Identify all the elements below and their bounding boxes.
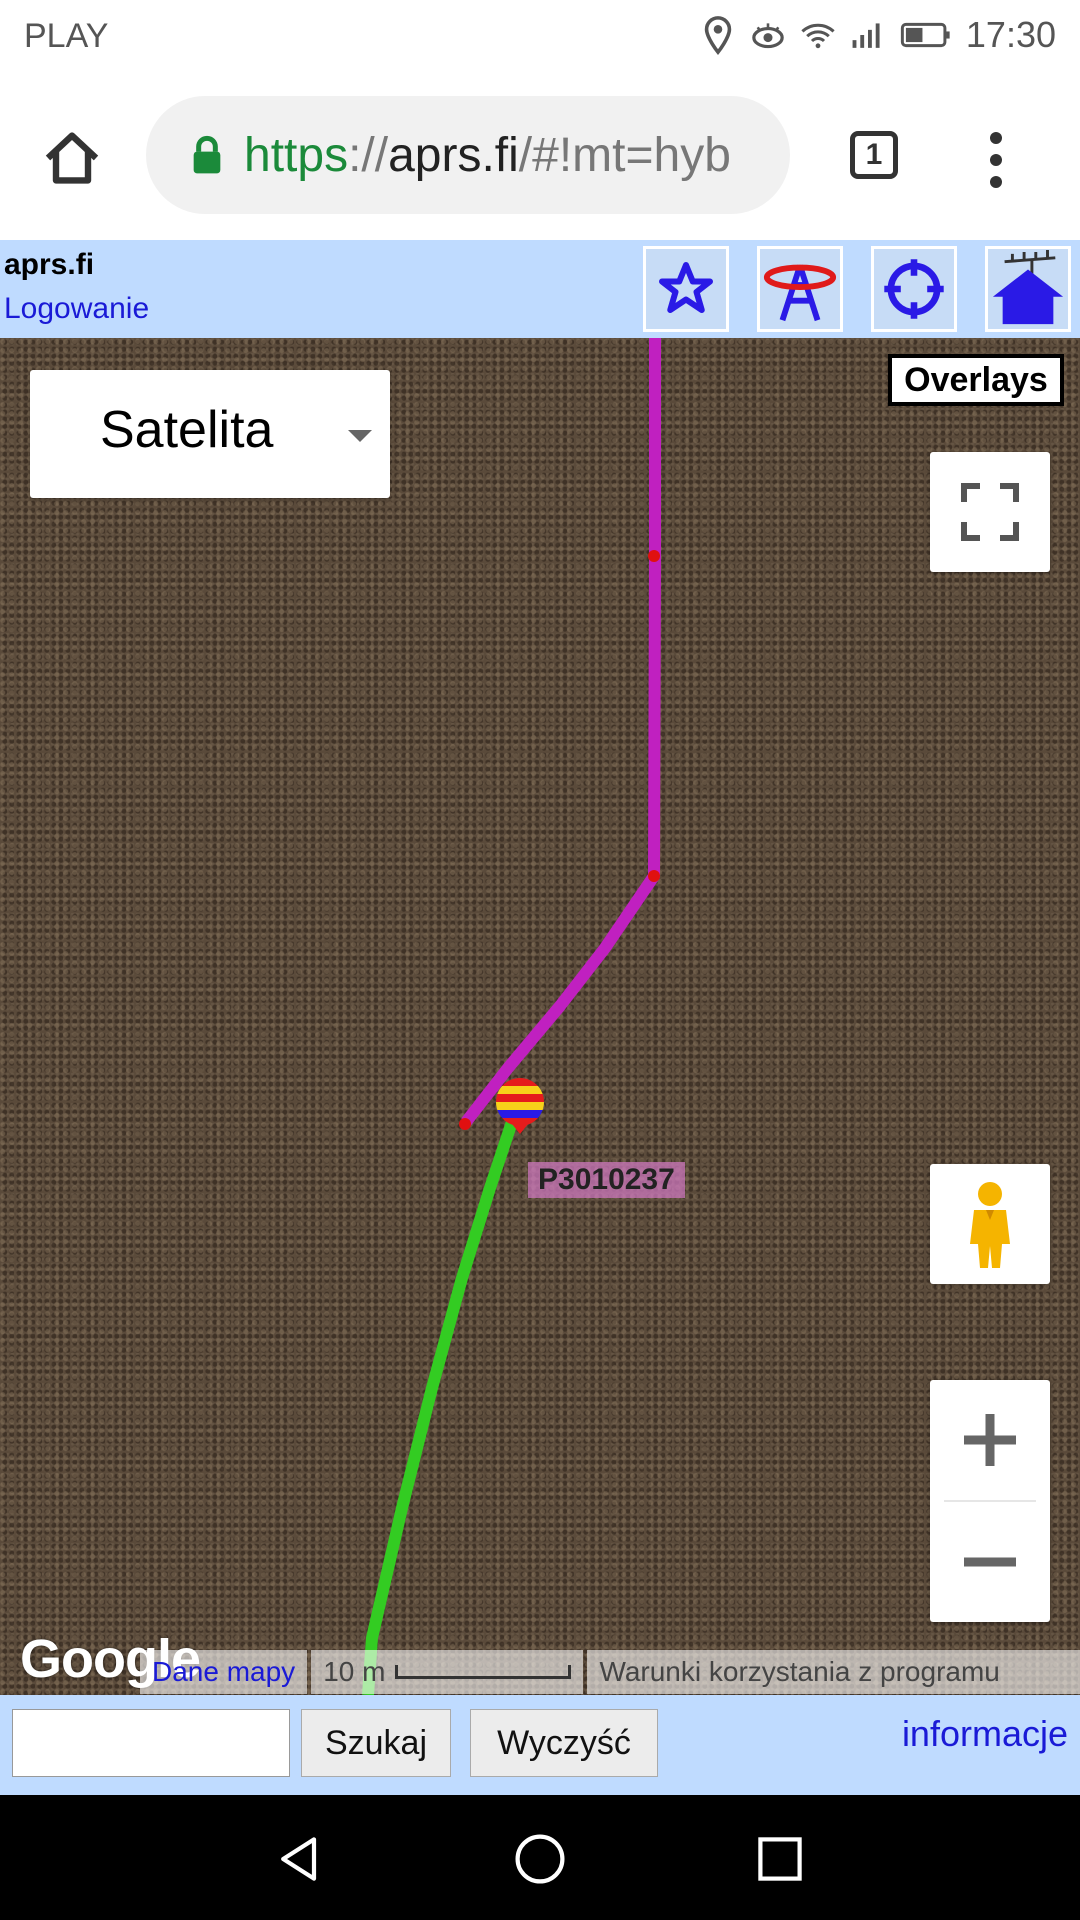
- street-view-pegman[interactable]: [930, 1164, 1050, 1284]
- site-title: aprs.fi: [4, 248, 95, 281]
- zoom-control: [930, 1380, 1050, 1622]
- track-layer: [362, 338, 661, 1695]
- fullscreen-button[interactable]: [930, 452, 1050, 572]
- map-data-link[interactable]: Dane mapy: [152, 1656, 295, 1688]
- wifi-icon: [801, 23, 835, 49]
- fullscreen-icon: [961, 483, 1019, 541]
- track-point[interactable]: [459, 1118, 471, 1130]
- clear-button[interactable]: Wyczyść: [470, 1709, 658, 1777]
- battery-icon: [900, 22, 950, 48]
- search-button[interactable]: Szukaj: [301, 1709, 451, 1777]
- zoom-out-button[interactable]: [930, 1502, 1050, 1622]
- map-view[interactable]: Satelita Overlays P3010237 Google Dane m…: [0, 338, 1080, 1695]
- house-antenna-icon: [992, 250, 1064, 325]
- back-icon[interactable]: [272, 1831, 328, 1887]
- tower-icon: [763, 264, 837, 322]
- station-callsign-label[interactable]: P3010237: [528, 1162, 685, 1198]
- track-point[interactable]: [648, 870, 660, 882]
- browser-toolbar: https://aprs.fi/#!mt=hyb 1: [0, 76, 1080, 240]
- search-bar: Szukaj Wyczyść informacje: [0, 1695, 1080, 1795]
- address-bar[interactable]: https://aprs.fi/#!mt=hyb: [146, 96, 790, 214]
- pegman-icon: [970, 1182, 1010, 1268]
- info-link[interactable]: informacje: [902, 1713, 1068, 1755]
- green-track-line: [362, 1120, 518, 1695]
- map-attribution-bar: Dane mapy 10 m Warunki korzystania z pro…: [140, 1650, 1080, 1694]
- search-input[interactable]: [12, 1709, 290, 1777]
- map-type-label: Satelita: [100, 401, 274, 459]
- carrier-name: PLAY: [24, 17, 109, 55]
- track-point[interactable]: [648, 550, 660, 562]
- crosshair-icon: [884, 259, 944, 319]
- home-circle-icon[interactable]: [512, 1831, 568, 1887]
- status-icons: 17:30: [700, 14, 1056, 56]
- system-navigation-bar: [0, 1795, 1080, 1920]
- clock: 17:30: [965, 14, 1056, 55]
- location-icon: [704, 16, 732, 55]
- stations-tower-button[interactable]: [757, 246, 843, 332]
- balloon-marker-icon[interactable]: [496, 1078, 544, 1134]
- login-link[interactable]: Logowanie: [4, 292, 149, 326]
- purple-track-line: [461, 338, 661, 1126]
- favorites-button[interactable]: [643, 246, 729, 332]
- more-menu-icon[interactable]: [986, 128, 1006, 188]
- star-icon: [659, 262, 713, 313]
- dropdown-caret-icon: [348, 430, 372, 442]
- status-bar: PLAY 17:30: [0, 0, 1080, 76]
- map-type-dropdown[interactable]: Satelita: [30, 370, 390, 498]
- recents-icon[interactable]: [752, 1831, 808, 1887]
- home-icon[interactable]: [40, 126, 104, 190]
- scale-label: 10 m: [323, 1656, 386, 1687]
- locate-me-button[interactable]: [871, 246, 957, 332]
- home-station-button[interactable]: [985, 246, 1071, 332]
- terms-link[interactable]: Warunki korzystania z programu: [599, 1656, 999, 1688]
- zoom-in-button[interactable]: [930, 1380, 1050, 1500]
- eye-comfort-icon: [752, 23, 784, 49]
- lock-icon: [193, 135, 221, 174]
- signal-icon: [852, 23, 880, 48]
- url-text: https://aprs.fi/#!mt=hyb: [244, 128, 731, 182]
- tab-switcher-button[interactable]: 1: [850, 131, 898, 179]
- scale-bar: [395, 1665, 572, 1679]
- site-header: aprs.fi Logowanie: [0, 240, 1080, 338]
- overlays-button[interactable]: Overlays: [888, 354, 1064, 406]
